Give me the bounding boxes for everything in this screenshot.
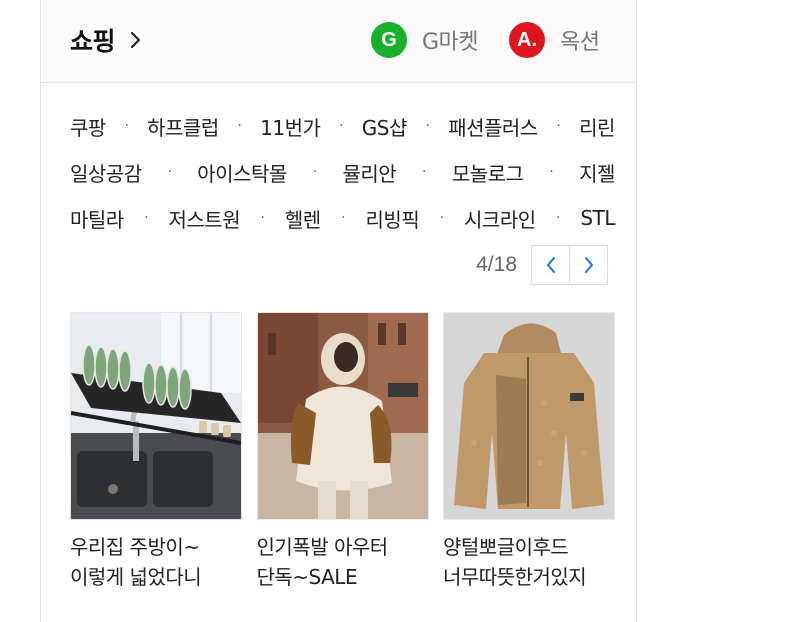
separator: · bbox=[341, 210, 346, 226]
fleece-coat-model-image bbox=[257, 313, 428, 519]
separator: · bbox=[422, 164, 426, 180]
separator: · bbox=[260, 210, 265, 226]
shop-links-row: 쿠팡 · 하프클럽 · 11번가 · GS샵 · 패션플러스 · 리린 bbox=[70, 103, 615, 149]
page-indicator: 4/18 bbox=[476, 253, 517, 276]
shop-links-row: 일상공감 · 아이스탁몰 · 뮬리안 · 모놀로그 · 지젤 bbox=[70, 149, 615, 195]
separator: · bbox=[556, 210, 560, 226]
product-caption[interactable]: 양털뽀글이후드 너무따뜻한거있지 bbox=[443, 532, 615, 592]
shop-link[interactable]: 일상공감 bbox=[70, 158, 142, 187]
next-page-button[interactable] bbox=[569, 246, 607, 284]
chevron-left-icon bbox=[546, 257, 555, 273]
shop-link[interactable]: STL bbox=[580, 206, 615, 230]
separator: · bbox=[425, 118, 430, 134]
gmarket-link[interactable]: G G마켓 bbox=[371, 22, 479, 58]
prev-page-button[interactable] bbox=[532, 246, 569, 284]
separator: · bbox=[556, 118, 561, 134]
shop-links: 쿠팡 · 하프클럽 · 11번가 · GS샵 · 패션플러스 · 리린 일상공감… bbox=[70, 103, 615, 241]
separator: · bbox=[549, 164, 554, 180]
shop-link[interactable]: 모놀로그 bbox=[452, 158, 524, 187]
separator: · bbox=[144, 210, 149, 226]
separator: · bbox=[167, 164, 172, 180]
auction-label: 옥션 bbox=[560, 30, 600, 55]
shop-link[interactable]: GS샵 bbox=[362, 112, 408, 141]
product-list: 우리집 주방이~ 이렇게 넓었다니 인기폭발 아우터 단독~SALE 양털뽀글이… bbox=[70, 312, 615, 592]
separator: · bbox=[237, 118, 242, 134]
shop-link[interactable]: 리린 bbox=[579, 112, 615, 141]
shop-link[interactable]: 리빙픽 bbox=[366, 204, 420, 233]
fleece-hoodie-image bbox=[444, 313, 614, 519]
product-card[interactable]: 우리집 주방이~ 이렇게 넓었다니 bbox=[70, 312, 242, 592]
auction-logo-icon: A. bbox=[509, 22, 545, 58]
product-caption[interactable]: 우리집 주방이~ 이렇게 넓었다니 bbox=[70, 532, 242, 592]
separator: · bbox=[124, 118, 129, 134]
chevron-right-icon bbox=[130, 31, 141, 49]
caption-line: 단독~SALE bbox=[256, 565, 358, 589]
chevron-right-icon bbox=[584, 257, 593, 273]
caption-line: 양털뽀글이후드 bbox=[443, 535, 569, 559]
separator: · bbox=[339, 118, 344, 134]
shopping-header: 쇼핑 G G마켓 A. 옥션 bbox=[41, 0, 636, 83]
caption-line: 너무따뜻한거있지 bbox=[443, 565, 587, 589]
product-image[interactable] bbox=[70, 312, 242, 520]
shop-link[interactable]: 시크라인 bbox=[464, 204, 536, 233]
gmarket-label: G마켓 bbox=[422, 30, 479, 55]
shop-link[interactable]: 저스트원 bbox=[169, 204, 241, 233]
caption-line: 인기폭발 아우터 bbox=[256, 535, 389, 559]
shopping-panel: 쇼핑 G G마켓 A. 옥션 쿠팡 · 하프클럽 · 11번가 · GS샵 · … bbox=[40, 0, 637, 622]
shop-link[interactable]: 패션플러스 bbox=[448, 112, 538, 141]
caption-line: 우리집 주방이~ bbox=[70, 535, 200, 559]
shop-link[interactable]: 마틸라 bbox=[70, 204, 124, 233]
shop-link[interactable]: 하프클럽 bbox=[147, 112, 219, 141]
gmarket-logo-icon: G bbox=[371, 22, 407, 58]
shop-link[interactable]: 지젤 bbox=[579, 158, 615, 187]
separator: · bbox=[312, 164, 317, 180]
shop-link[interactable]: 아이스탁몰 bbox=[197, 158, 287, 187]
pager-buttons bbox=[531, 245, 608, 285]
auction-link[interactable]: A. 옥션 bbox=[509, 22, 600, 58]
section-title: 쇼핑 bbox=[70, 27, 116, 56]
pager: 4/18 bbox=[476, 245, 608, 285]
shop-link[interactable]: 11번가 bbox=[260, 112, 321, 141]
shop-link[interactable]: 헬렌 bbox=[285, 204, 321, 233]
shopping-title-link[interactable]: 쇼핑 bbox=[70, 22, 145, 58]
product-image[interactable] bbox=[443, 312, 615, 520]
separator: · bbox=[439, 210, 444, 226]
shop-link[interactable]: 뮬리안 bbox=[342, 158, 396, 187]
shop-link[interactable]: 쿠팡 bbox=[70, 112, 106, 141]
product-card[interactable]: 양털뽀글이후드 너무따뜻한거있지 bbox=[443, 312, 615, 592]
caption-line: 이렇게 넓었다니 bbox=[70, 565, 202, 589]
product-caption[interactable]: 인기폭발 아우터 단독~SALE bbox=[257, 532, 429, 592]
product-card[interactable]: 인기폭발 아우터 단독~SALE bbox=[256, 312, 429, 592]
kitchen-rack-image bbox=[71, 313, 241, 519]
product-image[interactable] bbox=[256, 312, 429, 520]
shop-links-row: 마틸라 · 저스트원 · 헬렌 · 리빙픽 · 시크라인 · STL bbox=[70, 195, 615, 241]
